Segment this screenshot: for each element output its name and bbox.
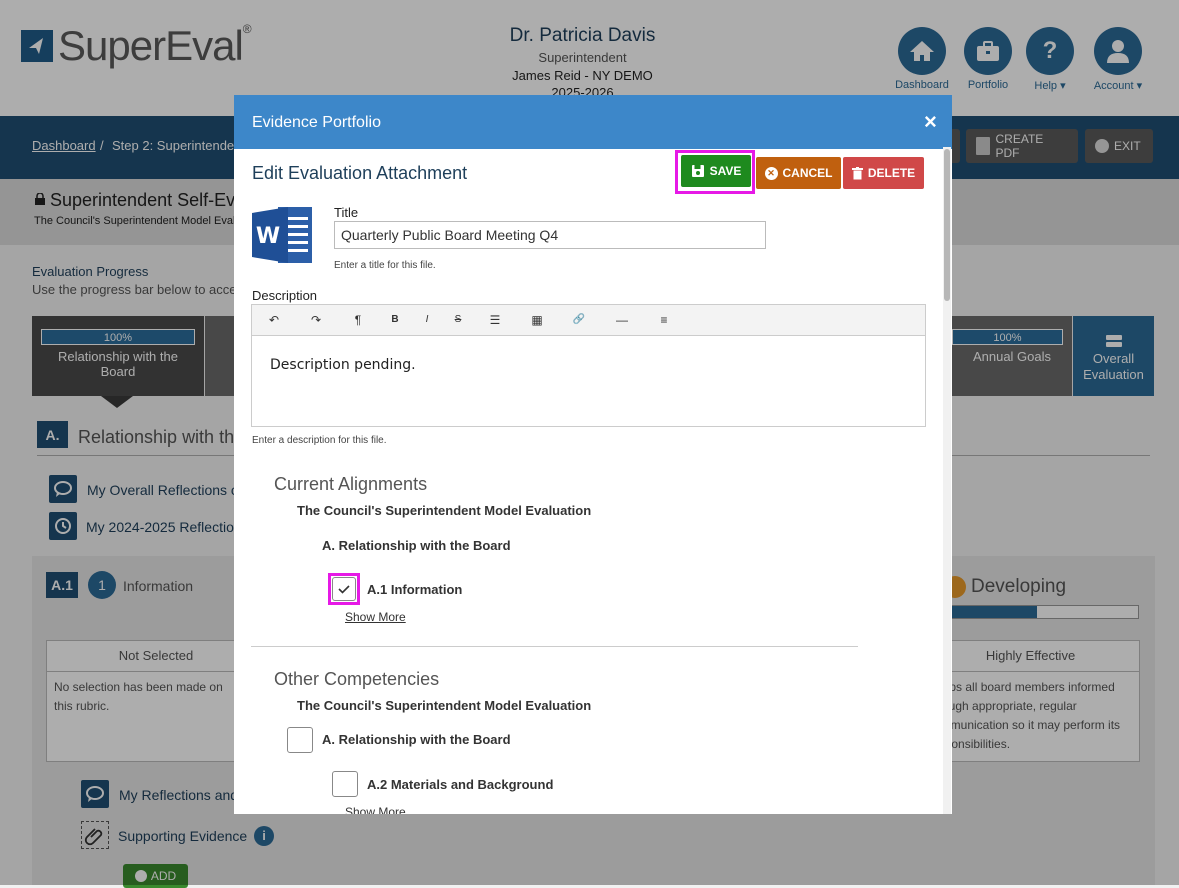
edit-attachment-heading: Edit Evaluation Attachment	[252, 163, 468, 183]
show-more-link[interactable]: Show More	[345, 805, 406, 814]
undo-icon[interactable]: ↶	[264, 311, 284, 329]
checkbox-highlight	[328, 573, 360, 605]
other-competencies-heading: Other Competencies	[274, 669, 440, 689]
align-icon[interactable]: ≡	[654, 311, 674, 329]
title-help-text: Enter a title for this file.	[334, 260, 436, 271]
strikethrough-icon[interactable]: S	[448, 311, 468, 329]
other-domain-name: A. Relationship with the Board	[322, 732, 511, 747]
table-icon[interactable]: ▦	[527, 311, 547, 329]
paragraph-icon[interactable]: ¶	[348, 311, 368, 329]
title-input[interactable]	[334, 221, 766, 249]
bold-icon[interactable]: B	[385, 311, 405, 329]
alignment-domain-name: A. Relationship with the Board	[322, 538, 511, 553]
section-divider	[251, 646, 858, 647]
checkbox-a2-materials[interactable]	[332, 771, 358, 797]
bullet-list-icon[interactable]: ☰	[485, 311, 505, 329]
link-icon[interactable]: 🔗	[569, 311, 589, 329]
modal-scrollbar-thumb[interactable]	[944, 149, 950, 301]
description-text[interactable]: Description pending.	[270, 357, 416, 373]
italic-icon[interactable]: I	[417, 311, 437, 329]
description-label: Description	[252, 288, 318, 303]
other-evaluation-name: The Council's Superintendent Model Evalu…	[297, 698, 592, 713]
alignment-evaluation-name: The Council's Superintendent Model Evalu…	[297, 503, 592, 518]
modal-title: Evidence Portfolio	[252, 114, 381, 131]
word-document-icon: W	[252, 205, 315, 265]
evidence-portfolio-modal: Evidence Portfolio × Edit Evaluation Att…	[234, 95, 952, 814]
delete-button[interactable]: DELETE	[843, 157, 924, 189]
close-icon[interactable]: ×	[924, 109, 937, 135]
cancel-button[interactable]: ✕ CANCEL	[756, 157, 841, 189]
show-more-link[interactable]: Show More	[345, 610, 406, 624]
redo-icon[interactable]: ↷	[306, 311, 326, 329]
other-item-label: A.2 Materials and Background	[367, 777, 554, 792]
svg-text:W: W	[256, 224, 280, 249]
save-button-highlight	[675, 150, 755, 194]
cancel-circle-icon: ✕	[764, 166, 778, 180]
horizontal-rule-icon[interactable]: —	[612, 311, 632, 329]
title-label: Title	[334, 205, 359, 220]
checkbox-domain-a[interactable]	[287, 727, 313, 753]
alignment-item-label: A.1 Information	[367, 582, 463, 597]
current-alignments-heading: Current Alignments	[274, 474, 428, 494]
description-help-text: Enter a description for this file.	[252, 435, 387, 446]
trash-icon	[851, 166, 863, 179]
